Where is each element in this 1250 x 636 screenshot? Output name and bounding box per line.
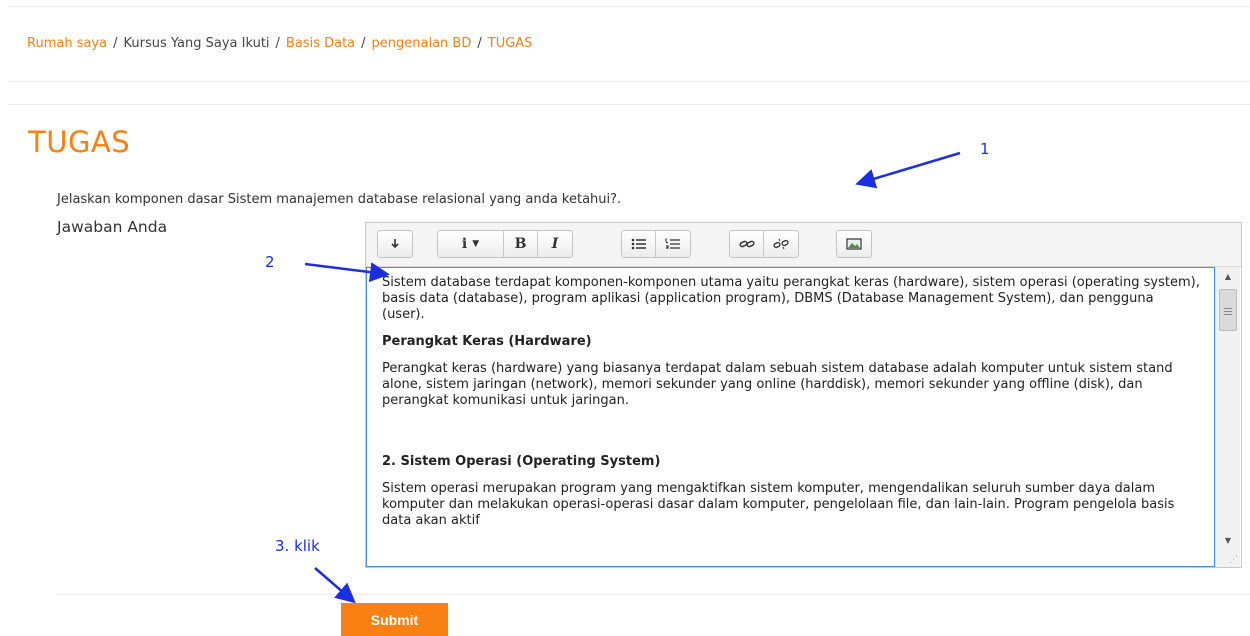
annotation-arrow-1 [855, 151, 961, 189]
annotation-arrow-2 [304, 262, 390, 283]
annotation-arrow-3 [314, 567, 356, 604]
annotation-arrows [304, 151, 961, 604]
